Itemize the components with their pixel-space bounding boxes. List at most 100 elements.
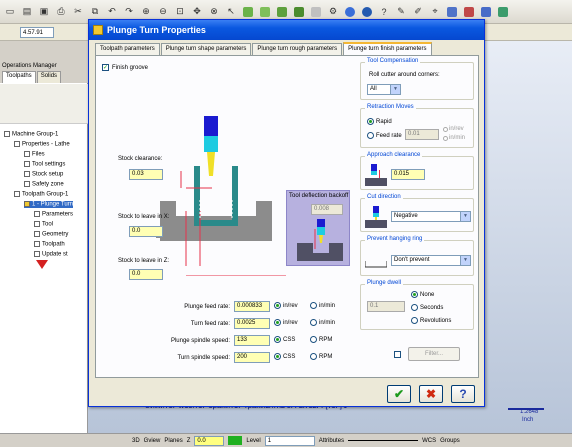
chevron-down-icon[interactable]: ▼: [390, 85, 400, 94]
cut-direction-select[interactable]: Negative ▼: [391, 211, 471, 222]
retract-rapid-radio[interactable]: [367, 118, 374, 125]
tree-item-parameters[interactable]: Parameters: [34, 211, 73, 218]
gview-button[interactable]: Gview: [144, 438, 161, 444]
approach-clearance-field[interactable]: 0.015: [391, 169, 425, 180]
filter-button[interactable]: Filter...: [408, 347, 460, 361]
view-top-icon[interactable]: [257, 4, 273, 20]
shade-icon[interactable]: [308, 4, 324, 20]
turn-feed-in-min[interactable]: in/min: [310, 319, 335, 326]
view-cube-icon[interactable]: [240, 4, 256, 20]
chevron-down-icon[interactable]: ▼: [460, 212, 470, 221]
lathe-icon[interactable]: [444, 4, 460, 20]
save-icon[interactable]: ▣: [36, 4, 52, 20]
tree-item-toolpath[interactable]: Toolpath: [34, 241, 65, 248]
plunge-spindle-css-radio[interactable]: [274, 336, 281, 343]
zoom-out-icon[interactable]: ⊖: [155, 4, 171, 20]
new-file-icon[interactable]: ▭: [2, 4, 18, 20]
dwell-revolutions-option[interactable]: Revolutions: [411, 317, 451, 324]
color-swatch[interactable]: [228, 436, 243, 445]
open-file-icon[interactable]: ▤: [19, 4, 35, 20]
insert-arrow-icon[interactable]: [36, 260, 48, 269]
plunge-dwell-field[interactable]: 0.1: [367, 301, 405, 312]
dwell-none-option[interactable]: None: [411, 291, 434, 298]
zoom-in-icon[interactable]: ⊕: [138, 4, 154, 20]
tab-solids[interactable]: Solids: [36, 71, 62, 83]
turn-spindle-css[interactable]: CSS: [274, 353, 295, 360]
settings-icon[interactable]: ⚙: [325, 4, 341, 20]
plunge-spindle-css[interactable]: CSS: [274, 336, 295, 343]
z-depth-field[interactable]: 0.0: [194, 435, 225, 446]
fit-icon[interactable]: ⊡: [172, 4, 188, 20]
pencil-icon[interactable]: ✎: [393, 4, 409, 20]
view-side-icon[interactable]: [291, 4, 307, 20]
chevron-down-icon[interactable]: ▼: [460, 256, 470, 265]
finish-groove-option[interactable]: ✓ Finish groove: [102, 64, 148, 71]
stock-leave-x-field[interactable]: 0.0: [129, 226, 163, 237]
prevent-hanging-ring-select[interactable]: Don't prevent ▼: [391, 255, 471, 266]
level-field[interactable]: 1: [264, 435, 315, 446]
tree-item-update-stock[interactable]: Update st: [34, 251, 68, 258]
plunge-feed-in-rev-radio[interactable]: [274, 302, 281, 309]
stock-leave-z-field[interactable]: 0.0: [129, 269, 163, 280]
undo-icon[interactable]: ↶: [104, 4, 120, 20]
retract-feed-radio[interactable]: [367, 132, 374, 139]
turn-feed-field[interactable]: 0.0025: [234, 318, 270, 329]
dwell-seconds-option[interactable]: Seconds: [411, 304, 443, 311]
tab-toolpath-parameters[interactable]: Toolpath parameters: [95, 43, 160, 55]
tree-item-tool[interactable]: Tool: [34, 221, 53, 228]
brush-icon[interactable]: ✐: [410, 4, 426, 20]
verify-icon[interactable]: [495, 4, 511, 20]
select-icon[interactable]: ↖: [223, 4, 239, 20]
tab-toolpaths[interactable]: Toolpaths: [2, 71, 36, 83]
plunge-spindle-rpm[interactable]: RPM: [310, 336, 332, 343]
mill-icon[interactable]: [461, 4, 477, 20]
turn-feed-in-min-radio[interactable]: [310, 319, 317, 326]
zoom-window-icon[interactable]: ⊗: [206, 4, 222, 20]
roll-cutter-select[interactable]: All ▼: [367, 84, 401, 95]
tree-item-files[interactable]: Files: [24, 151, 45, 158]
attributes-button[interactable]: Attributes: [319, 438, 344, 444]
tree-item-plunge-turn[interactable]: 1 - Plunge Turn: [24, 201, 74, 208]
tree-item-safety-zone[interactable]: Safety zone: [24, 181, 64, 188]
planes-button[interactable]: Planes: [164, 438, 182, 444]
plunge-feed-field[interactable]: 0.000833: [234, 301, 270, 312]
retract-in-rev-radio[interactable]: [443, 126, 448, 132]
dwell-none-radio[interactable]: [411, 291, 418, 298]
tree-item-geometry[interactable]: Geometry: [34, 231, 68, 238]
retract-in-min-option[interactable]: in/min: [443, 135, 465, 141]
line-style[interactable]: [348, 440, 419, 441]
cut-icon[interactable]: ✂: [70, 4, 86, 20]
plunge-feed-in-rev[interactable]: in/rev: [274, 302, 298, 309]
redo-icon[interactable]: ↷: [121, 4, 137, 20]
view-front-icon[interactable]: [274, 4, 290, 20]
finish-groove-checkbox[interactable]: ✓: [102, 64, 109, 71]
plunge-spindle-rpm-radio[interactable]: [310, 336, 317, 343]
turn-feed-in-rev-radio[interactable]: [274, 319, 281, 326]
globe-icon[interactable]: [342, 4, 358, 20]
tree-item-machine-group[interactable]: Machine Group-1: [4, 131, 58, 138]
turn-spindle-rpm[interactable]: RPM: [310, 353, 332, 360]
tool-deflection-field[interactable]: 0.008: [311, 204, 343, 215]
plunge-feed-in-min[interactable]: in/min: [310, 302, 335, 309]
turn-feed-in-rev[interactable]: in/rev: [274, 319, 298, 326]
retract-feed-field[interactable]: 0.01: [405, 129, 439, 140]
ok-button[interactable]: ✔: [387, 385, 411, 403]
stock-clearance-field[interactable]: 0.03: [129, 169, 163, 180]
cancel-button[interactable]: ✖: [419, 385, 443, 403]
turn-spindle-field[interactable]: 200: [234, 352, 270, 363]
copy-icon[interactable]: ⧉: [87, 4, 103, 20]
tab-shape-parameters[interactable]: Plunge turn shape parameters: [160, 43, 252, 55]
plunge-spindle-field[interactable]: 133: [234, 335, 270, 346]
plunge-feed-in-min-radio[interactable]: [310, 302, 317, 309]
retract-feed-option[interactable]: Feed rate: [367, 132, 402, 139]
dialog-titlebar[interactable]: Plunge Turn Properties: [89, 20, 484, 40]
analyze-icon[interactable]: ⌖: [427, 4, 443, 20]
dwell-revolutions-radio[interactable]: [411, 317, 418, 324]
backplot-icon[interactable]: [478, 4, 494, 20]
sphere-icon[interactable]: [359, 4, 375, 20]
wcs-button[interactable]: WCS: [422, 438, 436, 444]
tab-finish-parameters[interactable]: Plunge turn finish parameters: [343, 42, 432, 55]
retract-in-min-radio[interactable]: [443, 135, 448, 141]
filter-checkbox[interactable]: [394, 351, 401, 358]
tab-rough-parameters[interactable]: Plunge turn rough parameters: [252, 43, 343, 55]
